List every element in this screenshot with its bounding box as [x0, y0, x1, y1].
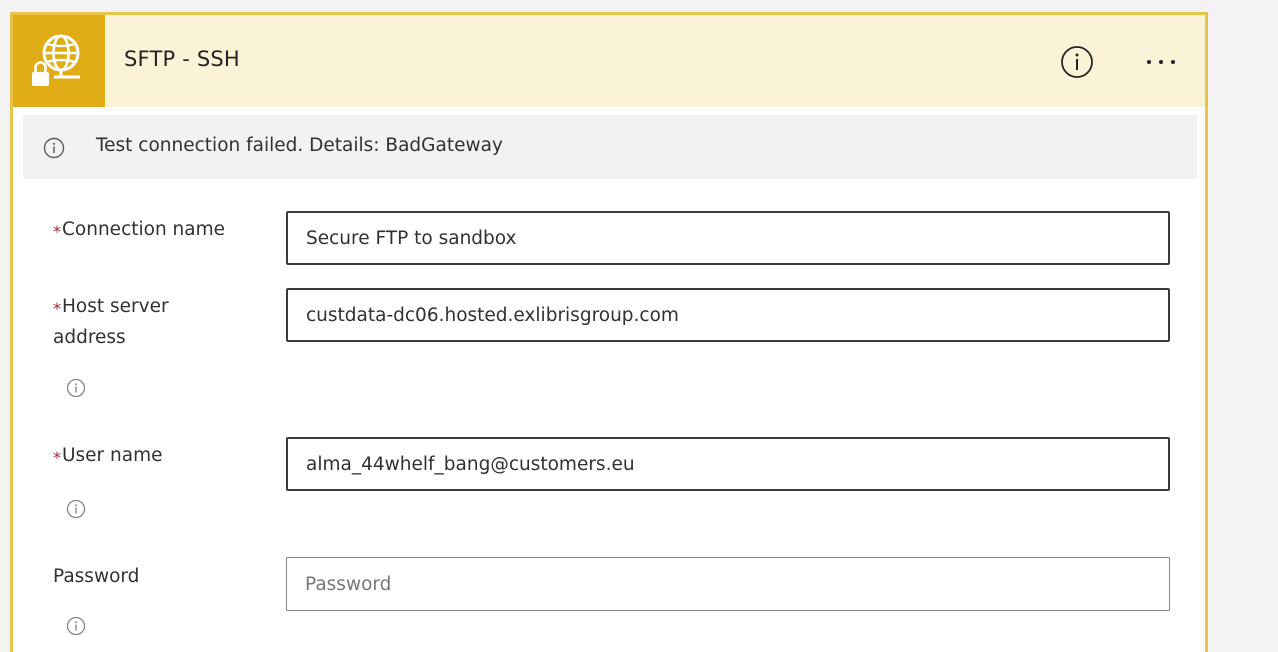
error-banner: Test connection failed. Details: BadGate…: [23, 115, 1197, 179]
globe-lock-icon: [32, 34, 80, 86]
host-server-address-label: *Host server address: [53, 291, 169, 353]
page-background-gutter: [1208, 0, 1278, 641]
required-marker: *: [53, 222, 61, 241]
info-circle-icon: [43, 137, 65, 159]
app-icon-tile: [13, 15, 105, 107]
connection-card: SFTP - SSH Test connection failed. Detai…: [10, 12, 1208, 652]
banner-message: Test connection failed. Details: BadGate…: [96, 135, 503, 156]
password-input[interactable]: [286, 557, 1170, 611]
info-circle-icon[interactable]: [66, 499, 86, 519]
host-server-address-label-line2: address: [53, 327, 126, 348]
user-name-label-text: User name: [62, 445, 163, 466]
info-circle-icon[interactable]: [66, 616, 86, 636]
host-server-address-input[interactable]: [286, 288, 1170, 342]
info-circle-icon[interactable]: [66, 378, 86, 398]
more-options-button[interactable]: [1135, 44, 1187, 80]
more-horizontal-icon: [1147, 60, 1175, 64]
connection-name-label: *Connection name: [53, 214, 225, 245]
required-marker: *: [53, 448, 61, 467]
card-header: SFTP - SSH: [13, 15, 1205, 107]
info-circle-icon: [1061, 46, 1093, 78]
connection-name-input[interactable]: [286, 211, 1170, 265]
connector-title: SFTP - SSH: [124, 47, 240, 71]
user-name-input[interactable]: [286, 437, 1170, 491]
password-label: Password: [53, 566, 140, 587]
user-name-label: *User name: [53, 440, 163, 471]
required-marker: *: [53, 299, 61, 318]
header-info-button[interactable]: [1059, 44, 1095, 80]
connection-name-label-text: Connection name: [62, 219, 226, 240]
host-server-address-label-line1: Host server: [62, 296, 169, 317]
